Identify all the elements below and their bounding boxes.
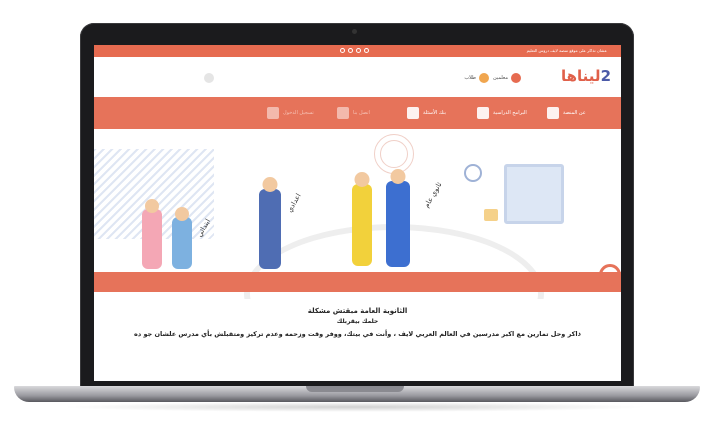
- book-icon: [477, 107, 489, 119]
- laptop-notch: [306, 386, 404, 392]
- headline: الثانوية العامة مبقتش مشكلة: [307, 307, 408, 315]
- website-screen: عشان تذاكر على موقع منصة لايف دروس التعل…: [94, 45, 621, 381]
- calculator-icon: [337, 107, 349, 119]
- students-label: طلاب: [464, 75, 476, 81]
- laptop-mockup: عشان تذاكر على موقع منصة لايف دروس التعل…: [0, 0, 710, 431]
- youtube-icon[interactable]: [348, 48, 353, 53]
- primary-girl-illustration: [142, 199, 162, 269]
- twitter-icon[interactable]: [356, 48, 361, 53]
- intro-text: الثانوية العامة مبقتش مشكلة حلمك بيقربلك…: [94, 307, 621, 338]
- subheadline: حلمك بيقربلك: [336, 318, 379, 325]
- logo-mark: 2: [600, 67, 611, 85]
- primary-boy-illustration: [172, 207, 192, 269]
- social-icons: [340, 48, 369, 53]
- nav-login[interactable]: تسجيل الدخول: [267, 107, 331, 119]
- teachers-label: معلمين: [493, 75, 508, 81]
- site-header: 2ليناها معلمين طلاب: [94, 57, 621, 97]
- nav-programs-label: البرامج الدراسية: [493, 110, 527, 116]
- announcement-bar: عشان تذاكر على موقع منصة لايف دروس التعل…: [94, 45, 621, 57]
- nav-question-bank-label: بنك الأسئلة: [423, 110, 446, 116]
- study-illustration: [464, 144, 584, 254]
- cup-icon: [484, 209, 498, 221]
- teacher-avatar-icon: [511, 73, 521, 83]
- prep-boy-illustration: [259, 177, 281, 269]
- description: ذاكر وحل تمارين مع اكبر مدرسين في العالم…: [134, 330, 581, 338]
- user-icon[interactable]: [204, 73, 214, 83]
- site-logo[interactable]: 2ليناها: [561, 67, 611, 85]
- nav-programs[interactable]: البرامج الدراسية: [477, 107, 541, 119]
- announcement-text: عشان تذاكر على موقع منصة لايف دروس التعل…: [526, 48, 607, 53]
- building-icon: [547, 107, 559, 119]
- nav-about-label: عن المنصة: [563, 110, 586, 116]
- nav-contact[interactable]: اتصل بنا: [337, 107, 401, 119]
- secondary-girl-illustration: [352, 172, 372, 266]
- laptop-shadow: [60, 402, 650, 412]
- logo-text: ليناها: [561, 67, 601, 85]
- hero-band: [94, 272, 621, 292]
- main-nav: عن المنصة البرامج الدراسية بنك الأسئلة ا…: [94, 97, 621, 129]
- login-icon: [267, 107, 279, 119]
- students-link[interactable]: طلاب: [464, 73, 489, 83]
- secondary-label: ثانوي عام: [422, 180, 444, 210]
- camera-icon: [352, 29, 357, 34]
- facebook-icon[interactable]: [364, 48, 369, 53]
- monitor-icon: [504, 164, 564, 224]
- instagram-icon[interactable]: [340, 48, 345, 53]
- decorative-ring-red: [599, 264, 621, 286]
- clock-icon: [464, 164, 482, 182]
- prep-label: اعدادي: [285, 192, 303, 214]
- decorative-ring: [380, 140, 408, 168]
- nav-question-bank[interactable]: بنك الأسئلة: [407, 107, 471, 119]
- secondary-boy-illustration: [386, 169, 410, 267]
- teachers-link[interactable]: معلمين: [493, 73, 521, 83]
- students-icon: [407, 107, 419, 119]
- nav-about[interactable]: عن المنصة: [547, 107, 611, 119]
- nav-contact-label: اتصل بنا: [353, 110, 370, 116]
- nav-login-label: تسجيل الدخول: [283, 110, 314, 116]
- student-avatar-icon: [479, 73, 489, 83]
- hero-banner: ابتدائي اعدادي ثانوي عام: [94, 129, 621, 299]
